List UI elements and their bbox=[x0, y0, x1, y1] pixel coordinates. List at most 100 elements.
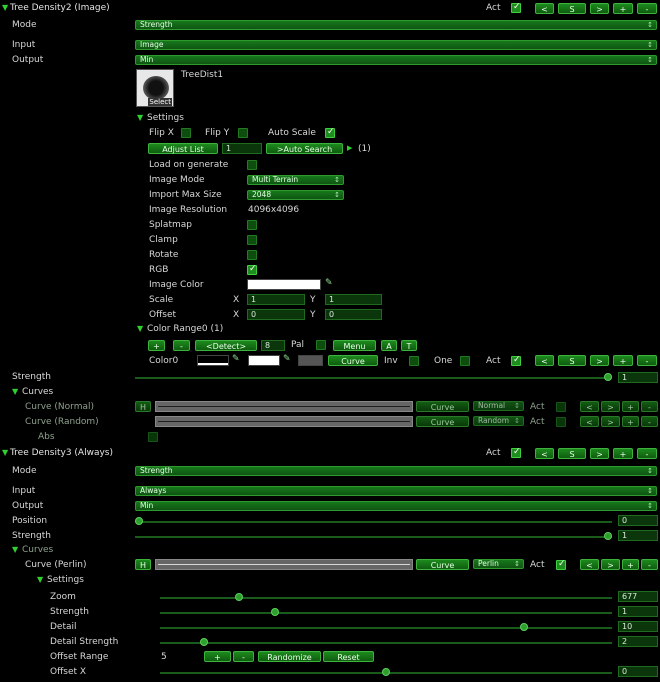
flip-x-checkbox[interactable] bbox=[181, 128, 191, 138]
collapse-triangle-icon[interactable]: ▼ bbox=[12, 546, 18, 554]
act-checkbox[interactable] bbox=[556, 559, 566, 570]
strength-slider-track[interactable] bbox=[135, 536, 612, 538]
h-button[interactable]: H bbox=[135, 401, 151, 412]
detect-count-field[interactable]: 8 bbox=[261, 340, 285, 351]
color0-max-swatch[interactable] bbox=[248, 355, 280, 366]
add-button[interactable]: + bbox=[622, 416, 639, 427]
auto-search-button[interactable]: >Auto Search bbox=[266, 143, 343, 154]
rotate-checkbox[interactable] bbox=[247, 250, 257, 260]
offset-x-slider-knob[interactable] bbox=[382, 668, 390, 676]
eyedropper-icon[interactable]: ✎ bbox=[232, 354, 240, 364]
add-range-button[interactable]: + bbox=[148, 340, 165, 351]
rgb-checkbox[interactable] bbox=[247, 264, 257, 275]
curve-type-dropdown[interactable]: Normal bbox=[473, 401, 524, 411]
detail-strength-field[interactable]: 2 bbox=[618, 636, 658, 647]
move-left-button[interactable]: < bbox=[535, 448, 554, 459]
curve-button[interactable]: Curve bbox=[416, 559, 469, 570]
image-mode-dropdown[interactable]: Multi Terrain bbox=[247, 175, 344, 185]
move-right-button[interactable]: > bbox=[601, 559, 620, 570]
offset-range-decrease-button[interactable]: - bbox=[233, 651, 254, 662]
add-button[interactable]: + bbox=[622, 559, 639, 570]
scale-y-field[interactable]: 1 bbox=[325, 294, 382, 305]
offset-x-field[interactable]: 0 bbox=[618, 666, 658, 677]
perlin-strength-field[interactable]: 1 bbox=[618, 606, 658, 617]
detail-strength-slider-knob[interactable] bbox=[199, 638, 208, 646]
randomize-button[interactable]: Randomize bbox=[258, 651, 321, 662]
zoom-slider-track[interactable] bbox=[160, 597, 612, 599]
menu-button[interactable]: Menu bbox=[333, 340, 376, 351]
move-left-button[interactable]: < bbox=[535, 3, 554, 14]
solo-button[interactable]: S bbox=[558, 3, 586, 14]
inv-checkbox[interactable] bbox=[409, 356, 419, 366]
curve-perlin-preview[interactable] bbox=[155, 559, 413, 570]
move-right-button[interactable]: > bbox=[601, 401, 620, 412]
move-left-button[interactable]: < bbox=[535, 355, 554, 366]
mode-dropdown[interactable]: Strength bbox=[135, 20, 657, 30]
move-left-button[interactable]: < bbox=[580, 401, 599, 412]
move-left-button[interactable]: < bbox=[580, 416, 599, 427]
remove-layer-button[interactable]: - bbox=[637, 3, 657, 14]
curve-random-preview[interactable] bbox=[155, 416, 413, 427]
import-max-size-dropdown[interactable]: 2048 bbox=[247, 190, 344, 200]
splatmap-checkbox[interactable] bbox=[247, 220, 257, 230]
act-checkbox[interactable] bbox=[511, 447, 521, 458]
detail-strength-slider-track[interactable] bbox=[160, 642, 612, 644]
remove-button[interactable]: - bbox=[641, 416, 658, 427]
t-button[interactable]: T bbox=[401, 340, 417, 351]
load-on-generate-checkbox[interactable] bbox=[247, 160, 257, 170]
one-checkbox[interactable] bbox=[460, 356, 470, 366]
output-dropdown[interactable]: Min bbox=[135, 55, 657, 65]
curve-button[interactable]: Curve bbox=[416, 401, 469, 412]
add-layer-button[interactable]: + bbox=[613, 3, 633, 14]
flip-y-checkbox[interactable] bbox=[238, 128, 248, 138]
strength-slider-knob[interactable] bbox=[604, 532, 612, 540]
image-thumbnail[interactable]: Select bbox=[136, 69, 174, 107]
zoom-slider-knob[interactable] bbox=[235, 593, 244, 601]
curve-preview[interactable] bbox=[298, 355, 323, 366]
collapse-triangle-icon[interactable]: ▼ bbox=[12, 388, 18, 396]
offset-y-field[interactable]: 0 bbox=[325, 309, 382, 320]
image-color-swatch[interactable] bbox=[247, 279, 321, 290]
solo-button[interactable]: S bbox=[558, 448, 586, 459]
adjust-list-button[interactable]: Adjust List bbox=[148, 143, 218, 154]
output-dropdown[interactable]: Min bbox=[135, 501, 657, 511]
move-left-button[interactable]: < bbox=[580, 559, 599, 570]
detail-slider-track[interactable] bbox=[160, 627, 612, 629]
offset-range-value[interactable]: 5 bbox=[161, 653, 167, 662]
curve-type-dropdown[interactable]: Perlin bbox=[473, 559, 524, 569]
strength-slider-knob[interactable] bbox=[604, 373, 612, 381]
remove-button[interactable]: - bbox=[641, 559, 658, 570]
reset-button[interactable]: Reset bbox=[323, 651, 374, 662]
pal-checkbox[interactable] bbox=[316, 340, 326, 350]
color0-act-checkbox[interactable] bbox=[511, 355, 521, 366]
move-right-button[interactable]: > bbox=[590, 3, 609, 14]
strength-field[interactable]: 1 bbox=[618, 372, 658, 383]
collapse-triangle-icon[interactable]: ▼ bbox=[37, 576, 43, 584]
add-layer-button[interactable]: + bbox=[613, 448, 633, 459]
mode-dropdown[interactable]: Strength bbox=[135, 466, 657, 476]
abs-checkbox[interactable] bbox=[148, 432, 158, 442]
collapse-triangle-icon[interactable]: ▼ bbox=[137, 325, 143, 333]
remove-layer-button[interactable]: - bbox=[637, 448, 657, 459]
detect-button[interactable]: <Detect> bbox=[195, 340, 257, 351]
curve-type-dropdown[interactable]: Random bbox=[473, 416, 524, 426]
curve-button[interactable]: Curve bbox=[416, 416, 469, 427]
act-checkbox[interactable] bbox=[556, 402, 566, 412]
move-right-button[interactable]: > bbox=[590, 355, 609, 366]
strength-field[interactable]: 1 bbox=[618, 530, 658, 541]
color0-min-swatch[interactable] bbox=[197, 355, 229, 366]
move-right-button[interactable]: > bbox=[601, 416, 620, 427]
clamp-checkbox[interactable] bbox=[247, 235, 257, 245]
perlin-strength-slider-track[interactable] bbox=[160, 612, 612, 614]
remove-button[interactable]: - bbox=[637, 355, 657, 366]
move-right-button[interactable]: > bbox=[590, 448, 609, 459]
zoom-field[interactable]: 677 bbox=[618, 591, 658, 602]
position-slider-knob[interactable] bbox=[135, 517, 143, 525]
add-button[interactable]: + bbox=[613, 355, 633, 366]
strength-slider-track[interactable] bbox=[135, 377, 612, 379]
perlin-strength-slider-knob[interactable] bbox=[271, 608, 279, 616]
collapse-triangle-icon[interactable]: ▼ bbox=[2, 4, 8, 12]
eyedropper-icon[interactable]: ✎ bbox=[325, 278, 333, 288]
act-checkbox[interactable] bbox=[556, 417, 566, 427]
solo-button[interactable]: S bbox=[558, 355, 586, 366]
